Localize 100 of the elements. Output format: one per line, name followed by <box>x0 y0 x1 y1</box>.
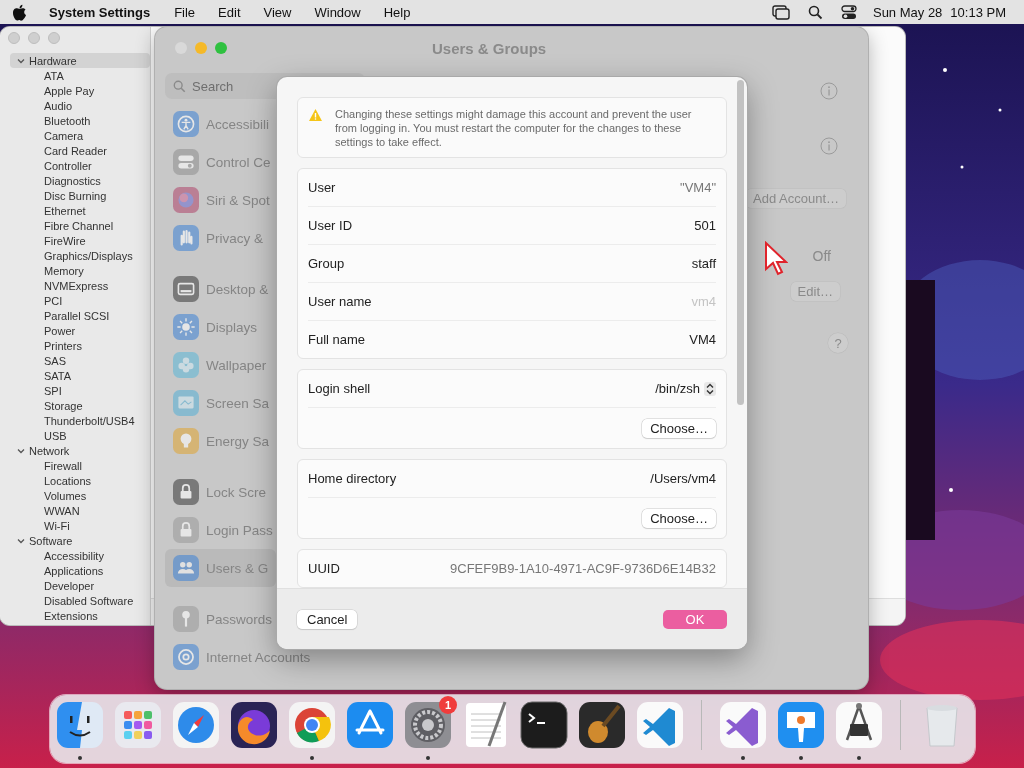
notification-badge: 1 <box>439 696 457 714</box>
letter-a-icon[interactable] <box>345 700 395 750</box>
window-title: Users & Groups <box>432 39 547 57</box>
tree-item[interactable]: Accessibility <box>10 548 150 563</box>
window-stack-icon[interactable] <box>771 4 790 20</box>
field-label: User name <box>308 294 372 309</box>
orb-icon <box>173 187 199 213</box>
choose-button[interactable]: Choose… <box>642 418 716 438</box>
people-icon <box>173 555 199 581</box>
choose-button[interactable]: Choose… <box>642 508 716 528</box>
menu-bar-date[interactable]: Sun May 28 <box>872 4 943 20</box>
face-icon[interactable] <box>55 700 105 750</box>
menu-item[interactable]: File <box>174 4 196 20</box>
cancel-button[interactable]: Cancel <box>297 609 358 629</box>
ribbon-icon[interactable] <box>635 700 685 750</box>
field-value: /Users/vm4 <box>650 471 716 486</box>
flame-globe-icon[interactable] <box>229 700 279 750</box>
field-label: Full name <box>308 332 366 347</box>
menu-item[interactable]: Edit <box>218 4 241 20</box>
tree-item[interactable]: Hardware <box>10 53 150 68</box>
input-field[interactable]: 501 <box>694 218 716 233</box>
monitor-icon <box>173 276 199 302</box>
menu-bar-clock[interactable]: 10:13 PM <box>950 4 1006 20</box>
field-label: User <box>308 180 336 195</box>
field-label: User ID <box>308 218 353 233</box>
field-value: 9CFEF9B9-1A10-4971-AC9F-9736D6E14B32 <box>450 561 716 576</box>
tree-item[interactable]: Fibre Channel <box>10 218 150 233</box>
tree-item[interactable]: Diagnostics <box>10 173 150 188</box>
tree-item[interactable]: Thunderbolt/USB4 <box>10 413 150 428</box>
search-icon[interactable] <box>807 4 823 20</box>
tree-item[interactable]: Extensions <box>10 608 150 623</box>
compass-icon[interactable] <box>171 700 221 750</box>
tree-item[interactable]: Disabled Software <box>10 593 150 608</box>
tree-item[interactable]: Applications <box>10 563 150 578</box>
tree-item[interactable]: SAS <box>10 353 150 368</box>
lock-icon <box>173 479 199 505</box>
person-icon <box>173 111 199 137</box>
tree-item[interactable]: Disc Burning <box>10 188 150 203</box>
apple-icon[interactable] <box>12 3 27 21</box>
lock-icon <box>173 517 199 543</box>
tree-item[interactable]: Audio <box>10 98 150 113</box>
warning-text: Changing these settings might damage this account and prevent the user from logging in. You must restart the computer for the changes to these settings to take effect. <box>335 107 693 149</box>
tree-item[interactable]: Wi-Fi <box>10 518 150 533</box>
search-icon <box>173 80 186 93</box>
tree-item[interactable]: Locations <box>10 473 150 488</box>
hand-icon <box>173 225 199 251</box>
tree-item[interactable]: Software <box>10 533 150 548</box>
tree-item[interactable]: Parallel SCSI <box>10 308 150 323</box>
tree-item[interactable]: NVMExpress <box>10 278 150 293</box>
podium-icon[interactable] <box>776 700 826 750</box>
menu-item[interactable]: Window <box>314 4 361 20</box>
tree-item[interactable]: Bluetooth <box>10 113 150 128</box>
tree-item[interactable]: Storage <box>10 398 150 413</box>
scrollbar-thumb[interactable] <box>737 80 744 405</box>
toggle-icon <box>173 149 199 175</box>
tree-item[interactable]: PCI <box>10 293 150 308</box>
input-field[interactable]: VM4 <box>689 332 716 347</box>
grid-icon[interactable] <box>113 700 163 750</box>
tree-item[interactable]: Power <box>10 323 150 338</box>
sun-icon <box>173 314 199 340</box>
field-label: UUID <box>308 561 340 576</box>
tree-item[interactable]: Firewall <box>10 458 150 473</box>
tree-item[interactable]: SATA <box>10 368 150 383</box>
tree-item[interactable]: SPI <box>10 383 150 398</box>
tree-item[interactable]: ATA <box>10 68 150 83</box>
updown-chevron-icon <box>704 381 716 396</box>
screen-icon <box>173 390 199 416</box>
tree-item[interactable]: Card Reader <box>10 143 150 158</box>
control-center-icon[interactable] <box>840 4 857 20</box>
menu-item[interactable]: Help <box>383 4 411 20</box>
app-menu[interactable]: System Settings <box>49 4 151 20</box>
tree-item[interactable]: Developer <box>10 578 150 593</box>
tree-item[interactable]: USB <box>10 428 150 443</box>
key-icon <box>173 606 199 632</box>
guitar-icon[interactable] <box>577 700 627 750</box>
tree-item[interactable]: Apple Pay <box>10 83 150 98</box>
field-value: "VM4" <box>680 180 716 195</box>
menu-item[interactable]: View <box>263 4 292 20</box>
ribbon-icon[interactable] <box>718 700 768 750</box>
tree-item[interactable]: Network <box>10 443 150 458</box>
tree-item[interactable]: Ethernet <box>10 203 150 218</box>
tree-item[interactable]: Volumes <box>10 488 150 503</box>
field-label: Login shell <box>308 381 371 396</box>
cursor-icon <box>764 241 788 277</box>
tree-item[interactable]: FireWire <box>10 233 150 248</box>
tree-item[interactable]: Graphics/Displays <box>10 248 150 263</box>
input-field[interactable]: staff <box>691 256 716 271</box>
warning-icon <box>308 108 323 122</box>
field-label: Group <box>308 256 345 271</box>
terminal-icon[interactable] <box>519 700 569 750</box>
gear-icon[interactable] <box>403 700 453 750</box>
shell-popup[interactable]: /bin/zsh <box>655 381 716 396</box>
tree-item[interactable]: Printers <box>10 338 150 353</box>
flower-icon <box>173 352 199 378</box>
field-label: Home directory <box>308 471 397 486</box>
tree-item[interactable]: Controller <box>10 158 150 173</box>
tree-item[interactable]: WWAN <box>10 503 150 518</box>
tree-item[interactable]: Camera <box>10 128 150 143</box>
tree-item[interactable]: Memory <box>10 263 150 278</box>
at-sign-icon <box>173 644 199 670</box>
